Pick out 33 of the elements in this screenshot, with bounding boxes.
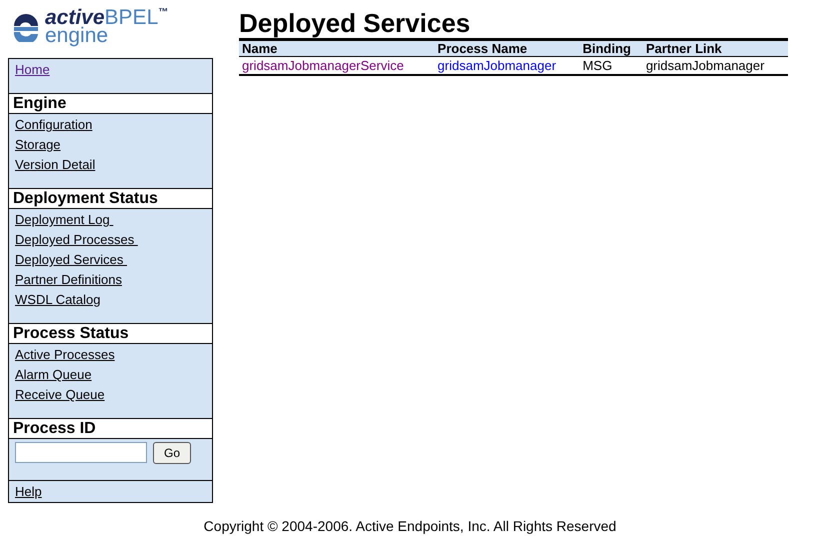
logo-subtitle: engine (45, 27, 110, 45)
table-link[interactable]: gridsamJobmanagerService (242, 58, 404, 73)
column-header: Name (239, 40, 435, 56)
column-header: Partner Link (642, 40, 788, 56)
go-button[interactable]: Go (153, 442, 192, 464)
sidebar-link[interactable]: Deployment Log (15, 210, 114, 230)
column-header: Process Name (434, 40, 580, 56)
page-title: Deployed Services (239, 8, 472, 38)
sidebar-link[interactable]: Receive Queue (15, 385, 105, 405)
logo-icon (11, 12, 41, 42)
sidebar-link[interactable]: Deployed Processes (15, 230, 138, 250)
sidebar-link[interactable]: Storage (15, 135, 61, 155)
sidebar-link[interactable]: Partner Definitions (15, 270, 122, 290)
section-heading: Engine (9, 93, 212, 114)
trademark-mark: ™ (158, 7, 168, 18)
copyright-text: Copyright © 2004-2006. Active Endpoints, Inc. All Rights Reserved (204, 518, 616, 534)
column-header: Binding (580, 40, 643, 56)
sidebar-link[interactable]: Version Detail (15, 155, 96, 175)
table-link[interactable]: gridsamJobmanager (438, 58, 556, 73)
sidebar-link[interactable]: Active Processes (15, 345, 115, 365)
sidebar-link[interactable]: WSDL Catalog (15, 290, 100, 310)
logo-text: BPEL (104, 6, 158, 30)
sidebar-link[interactable]: Help (15, 482, 42, 502)
sidebar-link[interactable]: Alarm Queue (15, 365, 92, 385)
section-heading: Process ID (9, 418, 212, 439)
process-id-field[interactable] (15, 442, 147, 463)
table-cell: gridsamJobmanager (646, 58, 764, 73)
sidebar-link[interactable]: Deployed Services (15, 250, 127, 270)
section-heading: Process Status (9, 323, 212, 344)
sidebar-link[interactable]: Configuration (15, 115, 92, 135)
section-heading: Deployment Status (9, 188, 212, 209)
table-cell: MSG (582, 58, 612, 73)
sidebar-link[interactable]: Home (15, 60, 50, 80)
